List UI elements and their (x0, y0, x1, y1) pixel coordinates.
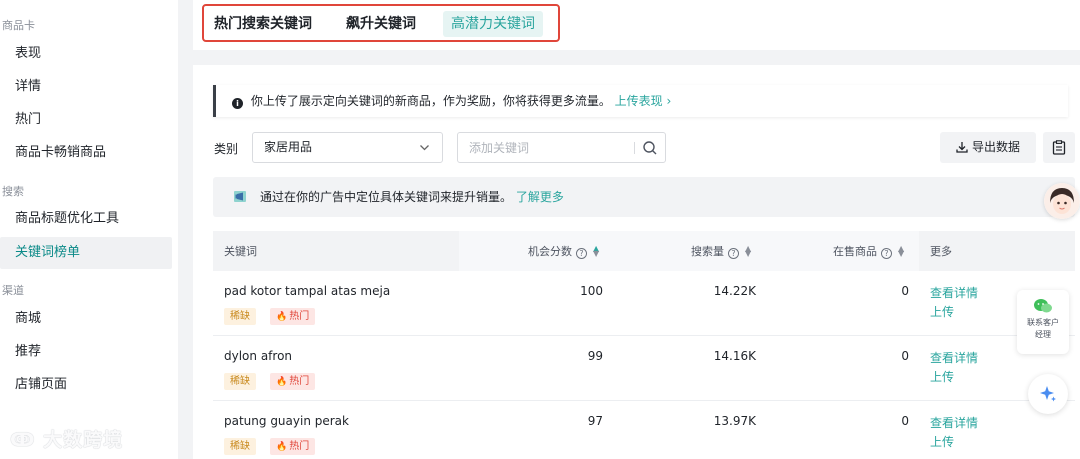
fire-icon: 🔥 (276, 312, 288, 322)
ads-tip-bar: 通过在你的广告中定位具体关键词来提升销量。 了解更多 (213, 177, 1075, 217)
category-label: 类别 (214, 142, 239, 156)
sidebar: 商品卡 表现 详情 热门 商品卡畅销商品 搜索 商品标题优化工具 关键词榜单 渠… (0, 0, 178, 459)
learn-more-link[interactable]: 了解更多 (516, 190, 564, 204)
clipboard-button[interactable] (1043, 132, 1075, 163)
sort-icon[interactable]: ▲ ▼ (593, 245, 599, 258)
on-sale-count: 0 (901, 349, 909, 363)
upload-performance-link[interactable]: 上传表现 › (615, 94, 672, 108)
sidebar-item-mall[interactable]: 商城 (0, 303, 172, 335)
view-details-link[interactable]: 查看详情 (930, 349, 978, 366)
fire-icon: 🔥 (276, 377, 288, 387)
sidebar-item-hot[interactable]: 热门 (0, 104, 172, 136)
column-opportunity-score[interactable]: 机会分数 ?▲ ▼ (528, 243, 599, 259)
keyword-text: dylon afron (224, 349, 293, 363)
tab-hot-search[interactable]: 热门搜索关键词 (214, 11, 312, 37)
upload-link[interactable]: 上传 (930, 303, 954, 320)
keyword-text: pad kotor tampal atas meja (224, 284, 391, 298)
scarce-badge: 稀缺 (224, 373, 256, 390)
sidebar-item-title-optimizer[interactable]: 商品标题优化工具 (0, 203, 172, 235)
tabs-highlight-frame: 热门搜索关键词 飙升关键词 高潜力关键词 (202, 4, 560, 42)
hot-badge: 🔥 热门 (270, 308, 316, 325)
view-details-link[interactable]: 查看详情 (930, 414, 978, 431)
search-icon[interactable] (642, 140, 658, 156)
sidebar-item-keyword-ranking[interactable]: 关键词榜单 (0, 237, 172, 269)
notice-text: 你上传了展示定向关键词的新商品，作为奖励，你将获得更多流量。 (250, 94, 611, 108)
help-icon[interactable]: ? (576, 248, 587, 259)
main-panel: i 你上传了展示定向关键词的新商品，作为奖励，你将获得更多流量。 上传表现 › … (193, 65, 1080, 459)
clipboard-icon (1052, 140, 1066, 155)
search-volume: 14.22K (713, 284, 756, 298)
tab-high-potential[interactable]: 高潜力关键词 (443, 11, 543, 37)
sidebar-item-shop-page[interactable]: 店铺页面 (0, 369, 172, 401)
table-row: patung guayin perak 稀缺 🔥 热门 97 13.97K 0 查… (213, 401, 1075, 459)
column-search-volume[interactable]: 搜索量 ?▲ ▼ (691, 243, 751, 259)
help-icon[interactable]: ? (728, 248, 739, 259)
keyword-search[interactable] (457, 132, 666, 163)
column-keyword: 关键词 (224, 245, 257, 258)
column-on-sale[interactable]: 在售商品 ?▲ ▼ (833, 243, 904, 259)
ai-assistant-button[interactable] (1028, 374, 1068, 414)
export-data-button[interactable]: 导出数据 (940, 132, 1036, 163)
sidebar-item-bestsellers[interactable]: 商品卡畅销商品 (0, 137, 172, 169)
sidebar-item-details[interactable]: 详情 (0, 71, 172, 103)
sidebar-item-recommend[interactable]: 推荐 (0, 336, 172, 368)
wechat-icon (1034, 299, 1052, 313)
keyword-table: 关键词 机会分数 ?▲ ▼ 搜索量 ?▲ ▼ 在售商品 ?▲ ▼ 更多 pad kotor … (213, 231, 1075, 459)
table-header: 关键词 机会分数 ?▲ ▼ 搜索量 ?▲ ▼ 在售商品 ?▲ ▼ 更多 (213, 231, 1075, 271)
table-row: dylon afron 稀缺 🔥 热门 99 14.16K 0 查看详情 上传 (213, 336, 1075, 401)
sort-icon[interactable]: ▲ ▼ (745, 245, 751, 258)
upload-link[interactable]: 上传 (930, 368, 954, 385)
sidebar-group-channel: 渠道 (2, 284, 24, 297)
on-sale-count: 0 (901, 414, 909, 428)
tip-text: 通过在你的广告中定位具体关键词来提升销量。 (260, 190, 513, 204)
watermark: ↂ 大数跨境 (10, 425, 123, 452)
hot-badge: 🔥 热门 (270, 373, 316, 390)
scarce-badge: 稀缺 (224, 438, 256, 455)
fire-icon: 🔥 (276, 442, 288, 452)
filter-row: 类别 家居用品 导出数据 (213, 132, 1075, 164)
upload-notice: i 你上传了展示定向关键词的新商品，作为奖励，你将获得更多流量。 上传表现 › (213, 85, 1068, 117)
info-icon: i (232, 98, 243, 109)
watermark-logo-icon: ↂ (10, 429, 36, 451)
sparkle-icon (1040, 386, 1056, 402)
search-volume: 13.97K (713, 414, 756, 428)
megaphone-icon (234, 191, 246, 202)
watermark-text: 大数跨境 (43, 429, 124, 451)
assistant-face-icon (1044, 183, 1080, 219)
category-value: 家居用品 (264, 140, 313, 154)
search-divider (634, 142, 635, 154)
opportunity-score: 97 (587, 414, 603, 428)
sidebar-group-search: 搜索 (2, 185, 24, 198)
view-details-link[interactable]: 查看详情 (930, 284, 978, 301)
category-select[interactable]: 家居用品 (252, 132, 443, 163)
sort-icon[interactable]: ▲ ▼ (898, 245, 904, 258)
keyword-text: patung guayin perak (224, 414, 349, 428)
assistant-avatar[interactable] (1044, 183, 1080, 219)
sidebar-group-product-card: 商品卡 (2, 19, 35, 32)
opportunity-score: 100 (580, 284, 603, 298)
search-volume: 14.16K (713, 349, 756, 363)
column-more: 更多 (930, 245, 952, 258)
chevron-down-icon (419, 133, 430, 173)
tab-rising[interactable]: 飙升关键词 (346, 11, 416, 37)
scarce-badge: 稀缺 (224, 308, 256, 325)
keyword-search-input[interactable] (458, 133, 633, 162)
on-sale-count: 0 (901, 284, 909, 298)
contact-manager-widget[interactable]: 联系客户经理 (1017, 290, 1069, 354)
help-icon[interactable]: ? (881, 248, 892, 259)
contact-manager-label: 联系客户经理 (1027, 318, 1059, 339)
download-icon (956, 142, 968, 153)
opportunity-score: 99 (587, 349, 603, 363)
upload-link[interactable]: 上传 (930, 433, 954, 450)
keyword-tabs-bar: 热门搜索关键词 飙升关键词 高潜力关键词 (193, 0, 1080, 50)
hot-badge: 🔥 热门 (270, 438, 316, 455)
export-data-label: 导出数据 (971, 140, 1020, 154)
sidebar-item-performance[interactable]: 表现 (0, 38, 172, 70)
table-row: pad kotor tampal atas meja 稀缺 🔥 热门 100 14… (213, 271, 1075, 336)
